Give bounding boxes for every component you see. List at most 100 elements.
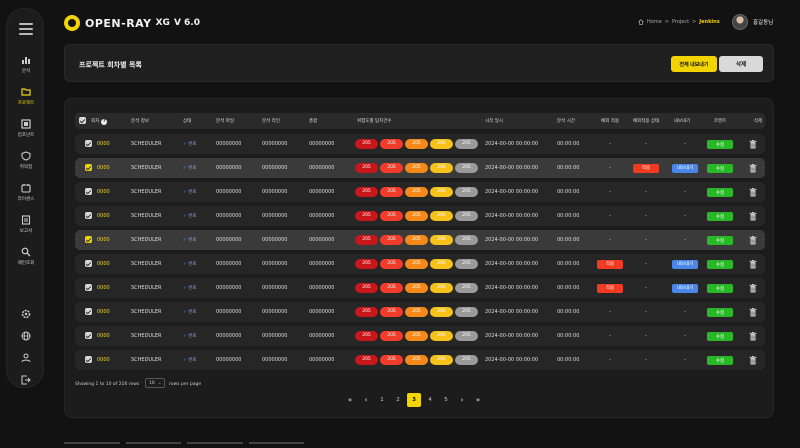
- trash-icon[interactable]: [749, 260, 757, 269]
- table-row[interactable]: 0000 SCHEDULER ✓ 완료 00000000 00000000 0000000…: [75, 230, 765, 250]
- edit-comment-button[interactable]: 수정: [707, 212, 733, 221]
- next-page-button[interactable]: ›: [455, 393, 469, 407]
- logout-icon[interactable]: [20, 371, 32, 385]
- round-number[interactable]: 0000: [97, 141, 110, 147]
- logo[interactable]: OPEN-RAY XG V 6.0: [64, 14, 200, 32]
- row-checkbox[interactable]: [85, 236, 92, 243]
- table-row[interactable]: 0000 SCHEDULER ✓ 완료 00000000 00000000 0000000…: [75, 134, 765, 154]
- prev-page-button[interactable]: ‹: [359, 393, 373, 407]
- row-checkbox[interactable]: [85, 260, 92, 267]
- page-button[interactable]: 3: [407, 393, 421, 407]
- trash-icon[interactable]: [749, 188, 757, 197]
- sidebar-item[interactable]: 라이센스: [7, 183, 45, 202]
- breadcrumb-home[interactable]: Home: [647, 19, 662, 25]
- first-page-button[interactable]: «: [343, 393, 357, 407]
- analysis-info: SCHEDULER: [131, 357, 162, 363]
- trash-icon[interactable]: [749, 236, 757, 245]
- sidebar-item[interactable]: 프로젝트: [7, 87, 45, 106]
- exception: -: [609, 141, 611, 147]
- round-number[interactable]: 0000: [97, 261, 110, 267]
- table-row[interactable]: 0000 SCHEDULER ✓ 완료 00000000 00000000 0000000…: [75, 350, 765, 370]
- status: ✓ 완료: [183, 358, 197, 363]
- risk-count-pill: 205: [380, 307, 403, 317]
- hamburger-menu-icon[interactable]: [19, 23, 33, 35]
- export-all-button[interactable]: 전체 내보내기: [671, 56, 717, 72]
- sidebar-item[interactable]: 취약점: [7, 151, 45, 170]
- row-checkbox[interactable]: [85, 140, 92, 147]
- row-checkbox[interactable]: [85, 212, 92, 219]
- edit-comment-button[interactable]: 수정: [707, 140, 733, 149]
- page-button[interactable]: 1: [375, 393, 389, 407]
- row-checkbox[interactable]: [85, 284, 92, 291]
- round-number[interactable]: 0000: [97, 309, 110, 315]
- table-row[interactable]: 0000 SCHEDULER ✓ 완료 00000000 00000000 0000000…: [75, 206, 765, 226]
- edit-comment-button[interactable]: 수정: [707, 308, 733, 317]
- help-icon[interactable]: ?: [101, 119, 108, 125]
- round-number[interactable]: 0000: [97, 189, 110, 195]
- table-row[interactable]: 0000 SCHEDULER ✓ 완료 00000000 00000000 0000000…: [75, 278, 765, 298]
- round-number[interactable]: 0000: [97, 285, 110, 291]
- trash-icon[interactable]: [749, 164, 757, 173]
- trash-icon[interactable]: [749, 212, 757, 221]
- row-checkbox[interactable]: [85, 164, 92, 171]
- trash-icon[interactable]: [749, 332, 757, 341]
- user-icon[interactable]: [20, 349, 32, 363]
- user-menu[interactable]: 홍길동님: [732, 14, 773, 30]
- rows-per-page-select[interactable]: 10 ⌄: [145, 378, 165, 388]
- exception-status-badge[interactable]: 적용: [633, 164, 659, 173]
- exception-badge[interactable]: 적용: [597, 284, 623, 293]
- edit-comment-button[interactable]: 수정: [707, 188, 733, 197]
- analysis-files: 00000000: [216, 165, 242, 171]
- last-page-button[interactable]: »: [471, 393, 485, 407]
- breadcrumb-project[interactable]: Project: [672, 19, 689, 25]
- exception-badge[interactable]: 적용: [597, 260, 623, 269]
- edit-comment-button[interactable]: 수정: [707, 236, 733, 245]
- row-checkbox[interactable]: [85, 356, 92, 363]
- table-row[interactable]: 0000 SCHEDULER ✓ 완료 00000000 00000000 0000000…: [75, 158, 765, 178]
- round-number[interactable]: 0000: [97, 333, 110, 339]
- sidebar-item[interactable]: 패턴조회: [7, 247, 45, 266]
- risk-pills: 205 205 205 205 205: [355, 355, 478, 365]
- row-checkbox[interactable]: [85, 308, 92, 315]
- select-all-checkbox[interactable]: [79, 117, 86, 124]
- edit-comment-button[interactable]: 수정: [707, 164, 733, 173]
- edit-comment-button[interactable]: 수정: [707, 332, 733, 341]
- page-button[interactable]: 5: [439, 393, 453, 407]
- globe-icon[interactable]: [20, 327, 32, 341]
- trash-icon[interactable]: [749, 356, 757, 365]
- rows-per-page-value: 10: [149, 381, 155, 386]
- edit-comment-button[interactable]: 수정: [707, 260, 733, 269]
- page-button[interactable]: 4: [423, 393, 437, 407]
- edit-comment-button[interactable]: 수정: [707, 356, 733, 365]
- sidebar-item-label: 분석: [21, 69, 31, 74]
- row-checkbox[interactable]: [85, 332, 92, 339]
- table-row[interactable]: 0000 SCHEDULER ✓ 완료 00000000 00000000 0000000…: [75, 182, 765, 202]
- table-row[interactable]: 0000 SCHEDULER ✓ 완료 00000000 00000000 0000000…: [75, 326, 765, 346]
- export-button[interactable]: 내보내기: [672, 284, 698, 293]
- risk-pills: 205 205 205 205 205: [355, 163, 478, 173]
- export-button[interactable]: 내보내기: [672, 164, 698, 173]
- trash-icon[interactable]: [749, 140, 757, 149]
- round-number[interactable]: 0000: [97, 237, 110, 243]
- export-button[interactable]: 내보내기: [672, 260, 698, 269]
- round-number[interactable]: 0000: [97, 213, 110, 219]
- trash-icon[interactable]: [749, 284, 757, 293]
- delete-button[interactable]: 삭제: [719, 56, 763, 72]
- bar-chart-icon: [22, 57, 30, 64]
- table-row[interactable]: 0000 SCHEDULER ✓ 완료 00000000 00000000 0000000…: [75, 302, 765, 322]
- sidebar-item[interactable]: 보고서: [7, 215, 45, 234]
- round-number[interactable]: 0000: [97, 165, 110, 171]
- risk-count-pill: 205: [380, 331, 403, 341]
- trash-icon[interactable]: [749, 308, 757, 317]
- row-checkbox[interactable]: [85, 188, 92, 195]
- table-row[interactable]: 0000 SCHEDULER ✓ 완료 00000000 00000000 0000000…: [75, 254, 765, 274]
- avatar[interactable]: [732, 14, 748, 30]
- sidebar-item[interactable]: 컴포넌트: [7, 119, 45, 138]
- page-button[interactable]: 2: [391, 393, 405, 407]
- sidebar-item[interactable]: 분석: [7, 55, 45, 74]
- round-number[interactable]: 0000: [97, 357, 110, 363]
- risk-count-pill: 205: [430, 307, 453, 317]
- exception-status: -: [645, 237, 647, 243]
- edit-comment-button[interactable]: 수정: [707, 284, 733, 293]
- settings-icon[interactable]: [20, 305, 32, 319]
